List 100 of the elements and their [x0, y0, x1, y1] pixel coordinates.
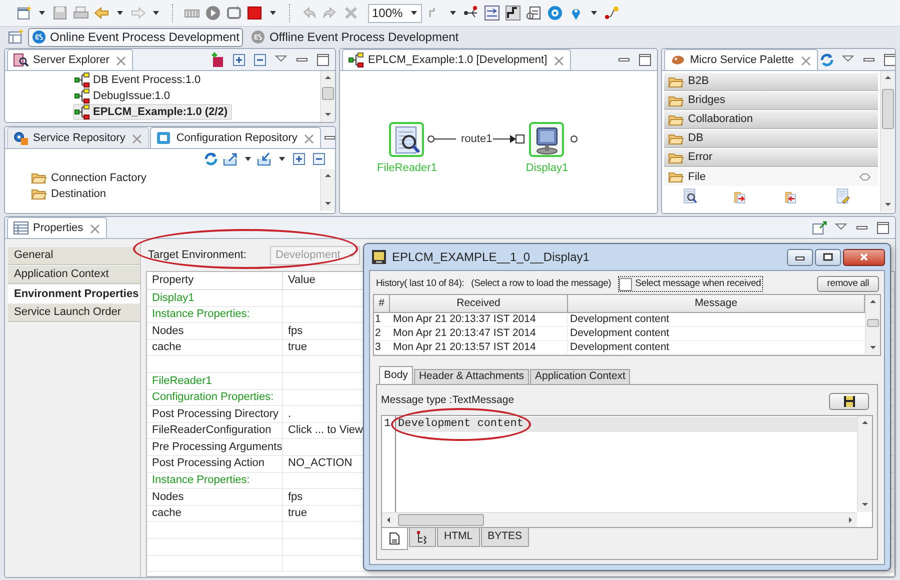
remove-all-button[interactable]: remove all	[817, 276, 879, 292]
palette-drawer[interactable]: DB	[664, 130, 878, 148]
add-server-icon[interactable]	[210, 52, 226, 68]
nav-tab[interactable]: Environment Properties	[8, 285, 140, 303]
pane-tab[interactable]: Server Explorer	[7, 49, 134, 70]
pin-icon[interactable]	[858, 171, 872, 183]
tree-item[interactable]: Destination	[31, 186, 106, 202]
save-icon	[52, 5, 68, 21]
zoom-combo[interactable]: 100%	[368, 4, 422, 22]
tree-item[interactable]: DebugIssue:1.0	[73, 88, 174, 104]
pane-tab[interactable]: Micro Service Palette	[664, 49, 818, 70]
scrollbar[interactable]	[865, 295, 880, 355]
nav-tab[interactable]: Application Context	[8, 266, 140, 284]
table-cell-text: Development content	[569, 313, 670, 326]
repository-icon	[156, 130, 172, 146]
column-header[interactable]: Property	[147, 272, 283, 289]
table-cell-text: Development content	[569, 341, 670, 354]
node-label: FileReader1	[376, 161, 438, 176]
pane-tab[interactable]: Properties	[7, 217, 108, 238]
scrollbar-thumb[interactable]	[398, 514, 484, 526]
collapse-all-icon[interactable]	[311, 151, 327, 167]
xyz-icon[interactable]	[484, 5, 500, 21]
palette-drawer[interactable]: Error	[664, 149, 878, 167]
import-icon[interactable]	[257, 151, 273, 167]
scrollbar[interactable]	[320, 71, 335, 122]
maximize-icon[interactable]	[882, 52, 895, 68]
target-icon[interactable]	[547, 5, 563, 21]
node-label: Display1	[524, 161, 570, 176]
maximize-icon[interactable]	[875, 220, 891, 236]
view-tab[interactable]	[409, 528, 436, 547]
pane-tab[interactable]: EPLCM_Example:1.0 [Development]	[342, 49, 572, 70]
palette-drawer[interactable]: File	[664, 168, 878, 186]
document-search-icon[interactable]	[682, 188, 698, 204]
palette-drawer[interactable]: Bridges	[664, 92, 878, 110]
table-cell-text: 3	[374, 341, 382, 354]
message-tab[interactable]: Header & Attachments	[414, 369, 529, 384]
refresh-icon[interactable]	[818, 52, 835, 68]
process-icon	[348, 52, 364, 68]
window-title: EPLCM_EXAMPLE__1_0__Display1	[392, 249, 590, 266]
code-line: Development content	[397, 417, 524, 432]
scrollbar[interactable]	[320, 169, 335, 211]
route-icon[interactable]	[604, 5, 620, 21]
stop-icon[interactable]	[247, 5, 263, 21]
close-button[interactable]	[843, 248, 885, 266]
view-tab[interactable]	[381, 528, 408, 550]
save-button[interactable]	[829, 392, 869, 410]
document-pencil-icon[interactable]	[834, 188, 850, 204]
process-icon	[74, 72, 90, 88]
scrollbar[interactable]	[382, 512, 857, 527]
checkbox[interactable]: Select message when received	[618, 276, 764, 292]
perspective-button[interactable]: Online Event Process Development	[28, 28, 244, 46]
perspective-icon[interactable]	[8, 29, 24, 45]
tree-item[interactable]: Connection Factory	[31, 170, 146, 186]
column-header[interactable]: Received	[390, 295, 568, 312]
property-name: Post Processing Directory	[152, 406, 279, 422]
message-tab[interactable]: Body	[379, 366, 413, 384]
palette-drawer[interactable]: B2B	[664, 73, 878, 91]
new-file-icon[interactable]	[16, 5, 32, 21]
scrollbar-thumb[interactable]	[867, 319, 879, 327]
nav-tab[interactable]: General	[8, 247, 140, 265]
property-value: true	[288, 340, 307, 356]
document-icon[interactable]	[526, 5, 542, 21]
undo-icon	[301, 5, 317, 21]
pane-tab[interactable]: Configuration Repository	[150, 127, 322, 148]
scrollbar[interactable]	[880, 71, 895, 212]
restore-button[interactable]	[815, 248, 841, 266]
view-tab[interactable]: HTML	[437, 528, 480, 547]
nav-tab[interactable]: Service Launch Order	[8, 304, 140, 322]
expand-all-icon[interactable]	[291, 151, 307, 167]
maximize-icon[interactable]	[637, 52, 653, 68]
column-header[interactable]: #	[374, 295, 390, 312]
play-icon	[205, 5, 221, 21]
property-value: true	[288, 506, 307, 522]
back-arrow-icon[interactable]	[94, 5, 110, 21]
message-tab[interactable]: Application Context	[530, 369, 630, 384]
node-display-box[interactable]	[529, 122, 564, 157]
property-value: .	[288, 406, 292, 422]
expand-all-icon[interactable]	[231, 52, 247, 68]
export-icon[interactable]	[223, 151, 239, 167]
pane-tab[interactable]: Service Repository	[7, 127, 150, 148]
pin-view-icon[interactable]	[812, 220, 828, 236]
refresh-icon[interactable]	[203, 151, 219, 167]
tree-item[interactable]: DB Event Process:1.0	[73, 72, 205, 88]
scrollbar[interactable]	[857, 416, 872, 512]
tree-item[interactable]: EPLCM_Example:1.0 (2/2)	[73, 104, 232, 120]
maximize-icon[interactable]	[315, 52, 331, 68]
scrollbar-thumb[interactable]	[322, 87, 334, 100]
minimize-button[interactable]	[787, 248, 813, 266]
node-reader-box[interactable]	[389, 122, 424, 157]
property-value: fps	[288, 324, 303, 339]
property-name: Pre Processing Arguments	[152, 440, 282, 455]
perspective-button[interactable]: Offline Event Process Development	[247, 28, 463, 46]
property-value: fps	[288, 490, 303, 505]
palette-drawer[interactable]: Collaboration	[664, 111, 878, 129]
checkbox-icon[interactable]	[619, 278, 632, 290]
scrollbar-thumb[interactable]	[882, 89, 894, 129]
view-tab[interactable]: BYTES	[480, 528, 530, 547]
table-icon	[13, 220, 29, 236]
property-name: Nodes	[152, 324, 184, 339]
collapse-all-icon[interactable]	[252, 52, 268, 68]
